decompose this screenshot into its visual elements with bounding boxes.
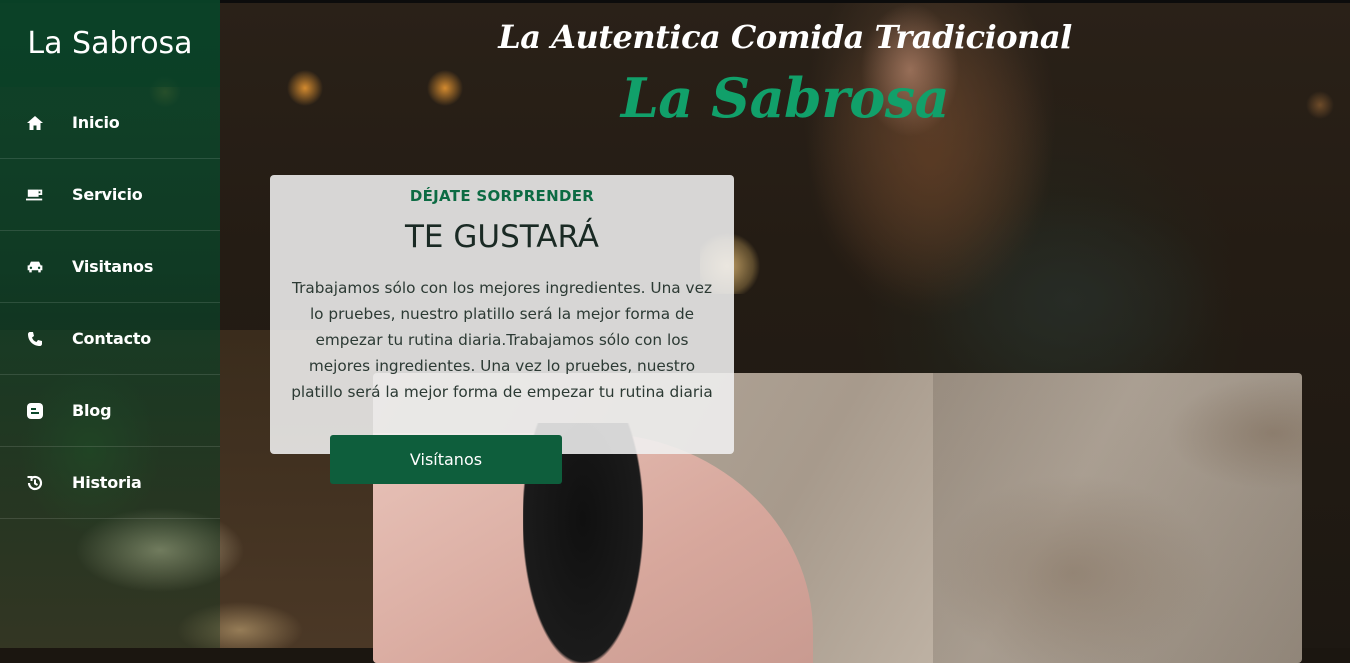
visitanos-button[interactable]: Visítanos (330, 435, 562, 484)
sidebar-item-blog[interactable]: Blog (0, 375, 220, 447)
card-kicker: DÉJATE SORPRENDER (409, 187, 595, 205)
home-icon (26, 114, 44, 132)
blog-icon (26, 402, 44, 420)
hero-subtitle: La Autentica Comida Tradicional (498, 18, 1072, 56)
background-woman-image (770, 0, 1250, 375)
hero-title: La Sabrosa (620, 66, 950, 130)
card-body: Trabajamos sólo con los mejores ingredie… (291, 279, 713, 401)
coffee-cup-icon (26, 186, 44, 204)
history-icon (26, 474, 44, 492)
sidebar-item-contacto[interactable]: Contacto (0, 303, 220, 375)
sidebar-item-label: Historia (72, 473, 142, 492)
sidebar-item-label: Servicio (72, 185, 143, 204)
sidebar: La Sabrosa Inicio Servicio Visitanos Con… (0, 0, 220, 648)
sidebar-item-label: Inicio (72, 113, 120, 132)
sidebar-item-servicio[interactable]: Servicio (0, 159, 220, 231)
phone-icon (26, 330, 44, 348)
sidebar-item-inicio[interactable]: Inicio (0, 87, 220, 159)
sidebar-item-label: Visitanos (72, 257, 154, 276)
sidebar-brand[interactable]: La Sabrosa (0, 0, 220, 87)
card-heading: TE GUSTARÁ (405, 219, 599, 255)
car-icon (26, 258, 44, 276)
sidebar-item-historia[interactable]: Historia (0, 447, 220, 519)
sidebar-item-label: Blog (72, 401, 112, 420)
sidebar-item-visitanos[interactable]: Visitanos (0, 231, 220, 303)
info-card: DÉJATE SORPRENDER TE GUSTARÁ Trabajamos … (270, 175, 734, 454)
sidebar-item-label: Contacto (72, 329, 152, 348)
